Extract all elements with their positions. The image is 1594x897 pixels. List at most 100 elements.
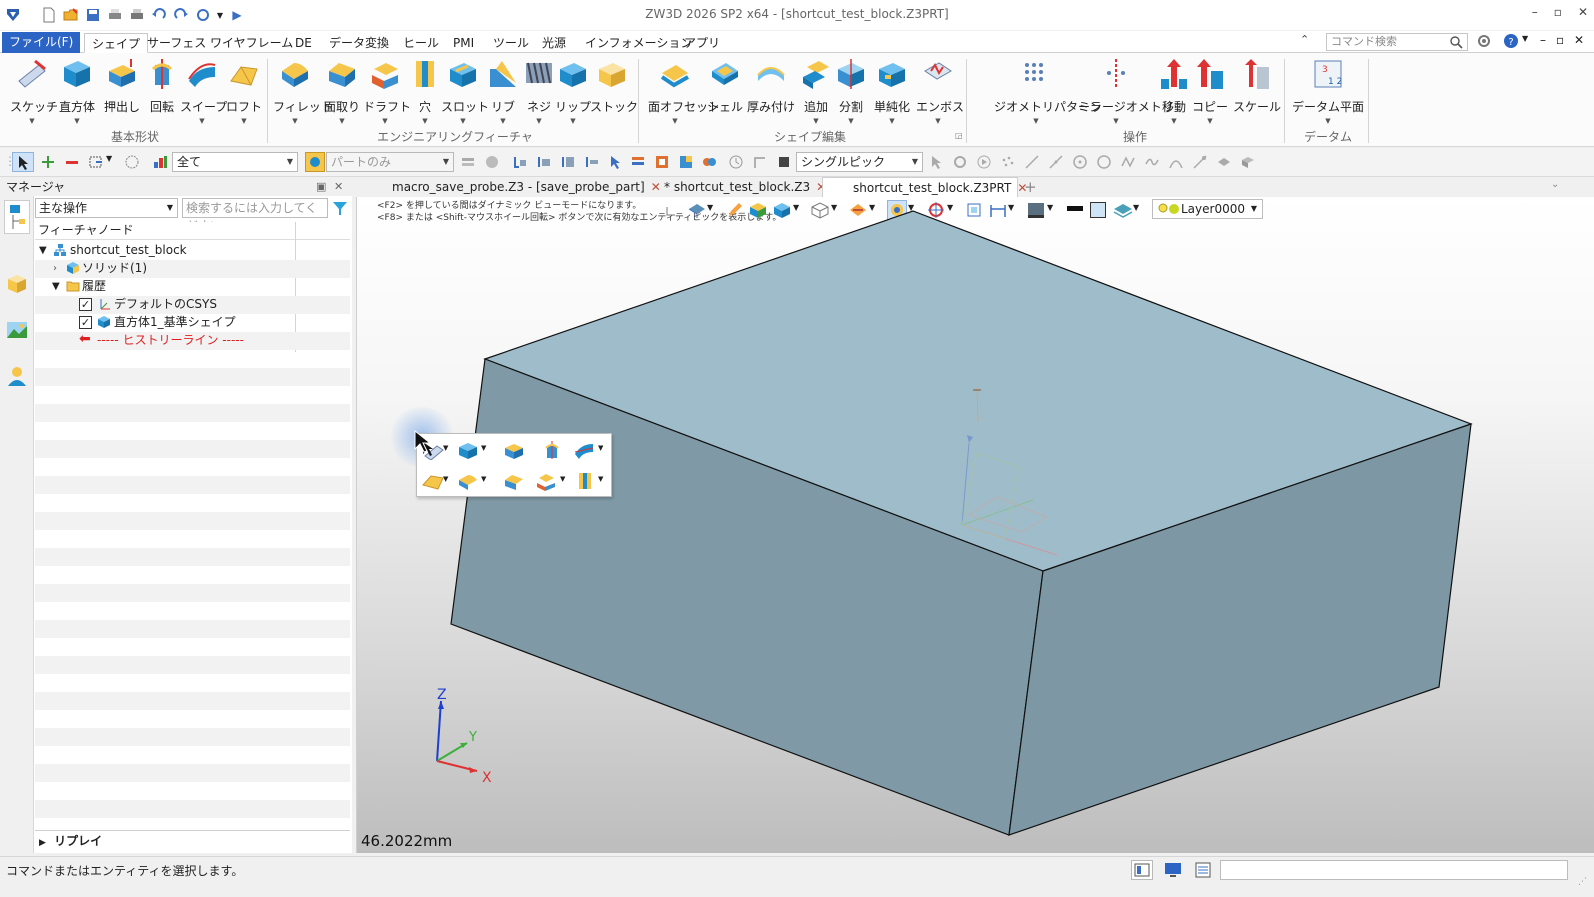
chevron-down-icon[interactable]: ▼ (598, 444, 603, 452)
layout-toggle-icon[interactable] (1131, 860, 1153, 880)
chevron-down-icon[interactable]: ▼ (994, 117, 1078, 125)
move-button[interactable]: 移動 ▼ (1153, 57, 1195, 125)
search-icon[interactable] (1449, 35, 1463, 54)
chevron-down-icon[interactable]: ▼ (551, 117, 595, 125)
tree-row[interactable]: ✓ デフォルトのCSYS (35, 296, 350, 314)
expand-chevron-icon[interactable]: ▶ (39, 838, 46, 848)
expand-chevron-icon[interactable]: ▼ (39, 242, 47, 259)
close-button[interactable]: ✕ (1578, 5, 1588, 19)
undo-icon[interactable] (150, 6, 168, 24)
expand-chevron-icon[interactable]: ▼ (52, 278, 60, 295)
chevron-down-icon[interactable]: ▼ (10, 117, 54, 125)
chevron-down-icon[interactable]: ▼ (648, 117, 702, 125)
chevron-down-icon[interactable]: ▼ (598, 475, 603, 483)
chevron-down-icon[interactable]: ▼ (481, 444, 486, 452)
layer-filter-icon[interactable] (460, 154, 476, 170)
chevron-down-icon[interactable]: ▼ (870, 117, 914, 125)
tab-list-icon[interactable]: ⌄ (1551, 179, 1559, 190)
part-scope-icon[interactable] (305, 152, 325, 172)
select-edge-icon[interactable] (752, 154, 768, 170)
arc-icon[interactable] (1168, 154, 1184, 170)
select-type-4-icon[interactable] (584, 154, 600, 170)
replay-section[interactable]: ▶ リプレイ (35, 830, 350, 850)
print-preview-icon[interactable] (128, 6, 146, 24)
select-arrow-icon[interactable] (12, 152, 34, 172)
copy-button[interactable]: コピー ▼ (1190, 57, 1230, 125)
doc-restore-button[interactable]: ▫ (1556, 33, 1564, 47)
doc-close-button[interactable]: ✕ (1574, 33, 1584, 47)
close-panel-icon[interactable]: ✕ (334, 178, 343, 196)
operation-filter-select[interactable]: 主な操作 ▼ (35, 198, 178, 218)
stock-button[interactable]: ストック (590, 57, 638, 115)
center-point-icon[interactable] (1072, 154, 1088, 170)
chamfer-button[interactable]: 面取り ▼ (320, 57, 364, 125)
chevron-down-icon[interactable]: ▼ (1153, 117, 1195, 125)
remove-selection-icon[interactable] (64, 154, 80, 170)
loft-mini-icon[interactable] (421, 471, 445, 491)
select-type-1-icon[interactable] (512, 154, 528, 170)
point-cloud-icon[interactable] (1000, 154, 1016, 170)
color-filter-icon[interactable] (484, 154, 500, 170)
help-icon[interactable]: ? (1502, 32, 1520, 50)
select-list-icon[interactable] (630, 154, 646, 170)
fillet-mini-icon[interactable] (457, 471, 479, 491)
status-command-input[interactable] (1220, 860, 1568, 880)
lasso-icon[interactable] (124, 154, 140, 170)
tab-apps[interactable]: アプリ (677, 33, 727, 53)
view-tab-icon[interactable] (5, 318, 29, 342)
line-segment-icon[interactable] (1048, 154, 1064, 170)
box-select-icon[interactable] (88, 154, 104, 170)
select-history-icon[interactable] (654, 154, 670, 170)
model-block[interactable] (357, 197, 1594, 853)
chevron-down-icon[interactable]: ▼ (1292, 117, 1364, 125)
pin-icon[interactable]: ▣ (316, 178, 326, 196)
chamfer-mini-icon[interactable] (503, 471, 525, 491)
chevron-down-icon[interactable]: ▼ (320, 117, 364, 125)
new-file-icon[interactable] (40, 6, 58, 24)
list-view-icon[interactable] (1193, 861, 1213, 879)
chevron-down-icon[interactable]: ▼ (481, 475, 486, 483)
scope-select[interactable]: パートのみ ▼ (326, 152, 454, 172)
regen-icon[interactable] (194, 6, 212, 24)
select-assembly-icon[interactable] (701, 154, 717, 170)
maximize-button[interactable]: ▫ (1554, 5, 1562, 19)
chevron-down-icon[interactable]: ▼ (106, 154, 122, 170)
mirror-geometry-button[interactable]: ミラージオメトリ ▼ (1078, 57, 1174, 125)
chevron-down-icon[interactable]: ▼ (216, 6, 224, 24)
chevron-down-icon[interactable]: ▼ (916, 117, 960, 125)
simplify-button[interactable]: 単純化 ▼ (870, 57, 914, 125)
geometry-pattern-button[interactable]: ジオメトリパターン ▼ (994, 57, 1101, 125)
stop-icon[interactable] (776, 154, 792, 170)
tab-shortcut-test-block-z3[interactable]: * shortcut_test_block.Z3✕ (658, 177, 826, 197)
sweep-mini-icon[interactable] (573, 440, 595, 460)
open-file-icon[interactable] (62, 6, 80, 24)
spline-icon[interactable] (1144, 154, 1160, 170)
tab-data-convert[interactable]: データ変換 (322, 33, 396, 53)
lip-button[interactable]: リップ ▼ (551, 57, 595, 125)
thicken-button[interactable]: 厚み付け (746, 57, 796, 115)
surface-pick-icon[interactable] (1216, 154, 1232, 170)
command-search-input[interactable]: コマンド検索 (1326, 33, 1468, 51)
screen-display-icon[interactable] (1163, 861, 1183, 879)
tab-light[interactable]: 光源 (535, 33, 573, 53)
filter-select[interactable]: 全て ▼ (172, 152, 298, 172)
pointer-icon[interactable] (607, 154, 623, 170)
chevron-down-icon[interactable]: ▼ (1190, 117, 1230, 125)
chevron-down-icon[interactable]: ▼ (363, 117, 407, 125)
select-type-2-icon[interactable] (536, 154, 552, 170)
save-icon[interactable] (84, 6, 102, 24)
collapsed-chevron-icon[interactable]: › (53, 260, 57, 277)
solid-pick-icon[interactable] (1240, 154, 1256, 170)
line-icon[interactable] (1024, 154, 1040, 170)
revolve-mini-icon[interactable] (541, 440, 563, 460)
tree-search-input[interactable]: 検索するには入力してください (182, 198, 328, 233)
chevron-down-icon[interactable]: ▼ (1078, 117, 1154, 125)
datum-plane-button[interactable]: 31 2 データム平面 ▼ (1292, 57, 1364, 125)
revolve-button[interactable]: 回転 (140, 57, 184, 115)
settings-gear-icon[interactable] (1475, 32, 1493, 50)
chevron-down-icon[interactable]: ▼ (443, 475, 448, 483)
history-tab-icon[interactable] (4, 200, 30, 234)
filter-funnel-icon[interactable] (331, 199, 349, 217)
rotate-icon[interactable] (728, 154, 744, 170)
extrude-button[interactable]: 押出し (100, 57, 144, 115)
